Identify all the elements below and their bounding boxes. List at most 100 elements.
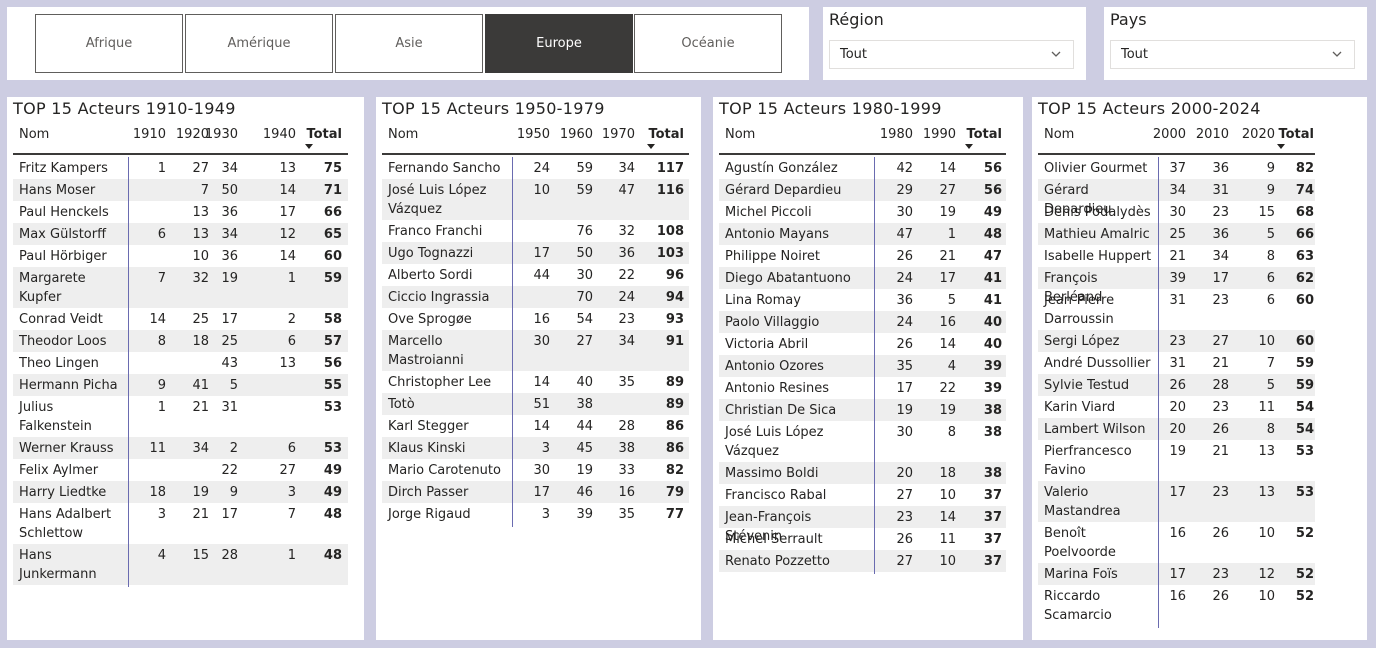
table-row[interactable]: Antonio Resines 17 22 39 <box>719 377 1006 399</box>
table-row[interactable]: Ciccio Ingrassia 70 24 94 <box>382 286 689 308</box>
column-header-1950[interactable]: 1950 <box>510 127 550 142</box>
table-row[interactable]: Hans Junkermann 4 15 28 1 48 <box>13 544 348 585</box>
table-row[interactable]: Lina Romay 36 5 41 <box>719 289 1006 311</box>
tile-afrique[interactable]: Afrique <box>35 14 183 73</box>
table-row[interactable]: Hans Moser 7 50 14 71 <box>13 179 348 201</box>
table-row[interactable]: Sylvie Testud 26 28 5 59 <box>1038 374 1315 396</box>
table-row[interactable]: Renato Pozzetto 27 10 37 <box>719 550 1006 572</box>
table-row[interactable]: François Berléand 39 17 6 62 <box>1038 267 1315 305</box>
tile-amerique[interactable]: Amérique <box>185 14 333 73</box>
column-header-nom[interactable]: Nom <box>19 127 49 142</box>
decade-count: 27 <box>939 183 956 198</box>
table-row[interactable]: José Luis López Vázquez 10 59 47 116 <box>382 179 689 220</box>
region-dropdown[interactable]: Tout <box>829 40 1074 69</box>
table-row[interactable]: Paul Hörbiger 10 36 14 60 <box>13 245 348 267</box>
column-header-1960[interactable]: 1960 <box>553 127 593 142</box>
table-row[interactable]: Christopher Lee 14 40 35 89 <box>382 371 689 393</box>
table-row[interactable]: Michel Piccoli 30 19 49 <box>719 201 1006 223</box>
table-row[interactable]: Lambert Wilson 20 26 8 54 <box>1038 418 1315 440</box>
column-header-nom[interactable]: Nom <box>725 127 755 142</box>
table-row[interactable]: Gérard Depardieu 29 27 56 <box>719 179 1006 201</box>
table-row[interactable]: Werner Krauss 11 34 2 6 53 <box>13 437 348 459</box>
tile-europe[interactable]: Europe <box>485 14 633 73</box>
table-row[interactable]: Benoît Poelvoorde 16 26 10 52 <box>1038 522 1315 563</box>
table-row[interactable]: Denis Podalydès 30 23 15 68 <box>1038 201 1315 223</box>
table-row[interactable]: Marcello Mastroianni 30 27 34 91 <box>382 330 689 371</box>
table-row[interactable]: Agustín González 42 14 56 <box>719 157 1006 179</box>
table-row[interactable]: José Luis López Vázquez 30 8 38 <box>719 421 1006 462</box>
column-header-total[interactable]: Total <box>1274 127 1314 142</box>
column-header-1990[interactable]: 1990 <box>916 127 956 142</box>
table-row[interactable]: Julius Falkenstein 1 21 31 53 <box>13 396 348 437</box>
column-header-2020[interactable]: 2020 <box>1235 127 1275 142</box>
table-row[interactable]: Sergi López 23 27 10 60 <box>1038 330 1315 352</box>
table-row[interactable]: Diego Abatantuono 24 17 41 <box>719 267 1006 289</box>
table-row[interactable]: Karl Stegger 14 44 28 86 <box>382 415 689 437</box>
table-row[interactable]: Mathieu Amalric 25 36 5 66 <box>1038 223 1315 245</box>
column-header-2000[interactable]: 2000 <box>1146 127 1186 142</box>
table-row[interactable]: Riccardo Scamarcio 16 26 10 52 <box>1038 585 1315 626</box>
table-row[interactable]: Pierfrancesco Favino 19 21 13 53 <box>1038 440 1315 481</box>
table-row[interactable]: Philippe Noiret 26 21 47 <box>719 245 1006 267</box>
table-row[interactable]: Paul Henckels 13 36 17 66 <box>13 201 348 223</box>
table-row[interactable]: Conrad Veidt 14 25 17 2 58 <box>13 308 348 330</box>
table-row[interactable]: Francisco Rabal 27 10 37 <box>719 484 1006 506</box>
total-count: 37 <box>983 488 1002 503</box>
table-row[interactable]: Harry Liedtke 18 19 9 3 49 <box>13 481 348 503</box>
column-header-total[interactable]: Total <box>644 127 684 142</box>
table-row[interactable]: Dirch Passer 17 46 16 79 <box>382 481 689 503</box>
table-row[interactable]: Antonio Ozores 35 4 39 <box>719 355 1006 377</box>
table-row[interactable]: Theodor Loos 8 18 25 6 57 <box>13 330 348 352</box>
table-row[interactable]: Felix Aylmer 22 27 49 <box>13 459 348 481</box>
column-header-total[interactable]: Total <box>962 127 1002 142</box>
column-header-1940[interactable]: 1940 <box>256 127 296 142</box>
table-row[interactable]: Olivier Gourmet 37 36 9 82 <box>1038 157 1315 179</box>
table-row[interactable]: Massimo Boldi 20 18 38 <box>719 462 1006 484</box>
tile-asie[interactable]: Asie <box>335 14 483 73</box>
column-header-1970[interactable]: 1970 <box>595 127 635 142</box>
actor-name: Antonio Ozores <box>725 359 824 374</box>
table-row[interactable]: Marina Foïs 17 23 12 52 <box>1038 563 1315 585</box>
table-row[interactable]: Max Gülstorff 6 13 34 12 65 <box>13 223 348 245</box>
column-header-1980[interactable]: 1980 <box>873 127 913 142</box>
column-header-1930[interactable]: 1930 <box>198 127 238 142</box>
table-row[interactable]: Totò 51 38 89 <box>382 393 689 415</box>
table-row[interactable]: Victoria Abril 26 14 40 <box>719 333 1006 355</box>
table-row[interactable]: Isabelle Huppert 21 34 8 63 <box>1038 245 1315 267</box>
table-row[interactable]: Ugo Tognazzi 17 50 36 103 <box>382 242 689 264</box>
pays-dropdown[interactable]: Tout <box>1110 40 1355 69</box>
tile-oceanie[interactable]: Océanie <box>634 14 782 73</box>
table-row[interactable]: Christian De Sica 19 19 38 <box>719 399 1006 421</box>
table-row[interactable]: Antonio Mayans 47 1 48 <box>719 223 1006 245</box>
table-row[interactable]: Theo Lingen 43 13 56 <box>13 352 348 374</box>
table-row[interactable]: Fernando Sancho 24 59 34 117 <box>382 157 689 179</box>
column-header-1910[interactable]: 1910 <box>126 127 166 142</box>
table-row[interactable]: Alberto Sordi 44 30 22 96 <box>382 264 689 286</box>
table-row[interactable]: Mario Carotenuto 30 19 33 82 <box>382 459 689 481</box>
column-header-2010[interactable]: 2010 <box>1189 127 1229 142</box>
table-row[interactable]: Ove Sprogøe 16 54 23 93 <box>382 308 689 330</box>
actor-name: Theodor Loos <box>19 334 107 349</box>
decade-count: 14 <box>939 337 956 352</box>
table-row[interactable]: Valerio Mastandrea 17 23 13 53 <box>1038 481 1315 522</box>
table-row[interactable]: Hermann Picha 9 41 5 55 <box>13 374 348 396</box>
table-row[interactable]: Jean-Pierre Darroussin 31 23 6 60 <box>1038 289 1315 330</box>
table-row[interactable]: Gérard Depardieu 34 31 9 74 <box>1038 179 1315 217</box>
table-row[interactable]: Jorge Rigaud 3 39 35 77 <box>382 503 689 525</box>
table-row[interactable]: Karin Viard 20 23 11 54 <box>1038 396 1315 418</box>
table-row[interactable]: Fritz Kampers 1 27 34 13 75 <box>13 157 348 179</box>
decade-count: 44 <box>533 268 550 283</box>
table-row[interactable]: Michel Serrault 26 11 37 <box>719 528 1006 550</box>
table-row[interactable]: Klaus Kinski 3 45 38 86 <box>382 437 689 459</box>
column-header-total[interactable]: Total <box>302 127 342 142</box>
total-count: 38 <box>983 425 1002 440</box>
table-row[interactable]: Hans Adalbert Schlettow 3 21 17 7 48 <box>13 503 348 544</box>
total-count: 53 <box>1295 444 1314 459</box>
table-row[interactable]: Jean-François Stévenin 23 14 37 <box>719 506 1006 544</box>
column-header-nom[interactable]: Nom <box>388 127 418 142</box>
table-row[interactable]: André Dussollier 31 21 7 59 <box>1038 352 1315 374</box>
column-header-nom[interactable]: Nom <box>1044 127 1074 142</box>
table-row[interactable]: Franco Franchi 76 32 108 <box>382 220 689 242</box>
table-row[interactable]: Paolo Villaggio 24 16 40 <box>719 311 1006 333</box>
table-row[interactable]: Margarete Kupfer 7 32 19 1 59 <box>13 267 348 308</box>
